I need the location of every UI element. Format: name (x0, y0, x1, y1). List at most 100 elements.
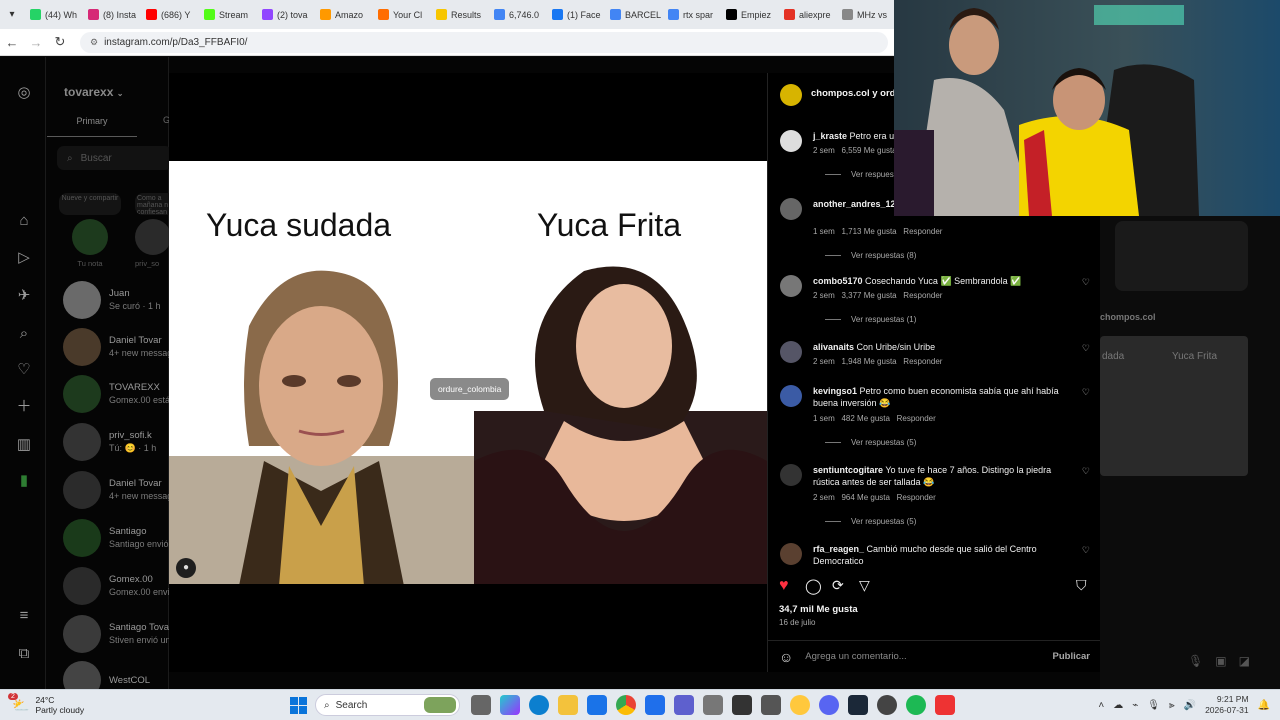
notepad-icon[interactable] (760, 695, 781, 715)
likes-count[interactable]: 34,7 mil Me gusta (779, 604, 858, 615)
sticker-icon[interactable]: ◪ (1239, 654, 1250, 668)
view-replies-button[interactable]: Ver respuestas (8) (825, 251, 916, 260)
notifications-heart-icon[interactable]: ♡ (14, 360, 34, 380)
post-author[interactable]: chompos.col y ordu (811, 88, 901, 99)
task-view-icon[interactable] (470, 695, 491, 715)
repost-icon[interactable]: ⟳ (832, 577, 844, 594)
comment-username[interactable]: j_kraste (813, 131, 847, 141)
search-input[interactable]: ⌕ Buscar (57, 146, 172, 170)
user-tag[interactable]: ordure_colombia (430, 378, 510, 400)
comment-likes[interactable]: 1,713 Me gusta (841, 227, 896, 236)
instagram-logo-icon[interactable]: ◎ (14, 83, 34, 103)
commenter-avatar[interactable] (780, 198, 802, 220)
network-icon[interactable]: ⌁ (1132, 700, 1138, 711)
like-heart-icon[interactable]: ♥ (779, 577, 789, 595)
browser-tab[interactable]: Stream (198, 0, 256, 29)
browser-tab[interactable]: 6,746.0 (488, 0, 546, 29)
taskbar-search[interactable]: ⌕ Search (315, 694, 460, 716)
volume-icon[interactable]: 🔊 (1184, 700, 1196, 711)
reply-button[interactable]: Responder (903, 291, 942, 300)
chrome-icon[interactable] (615, 695, 636, 715)
microphone-icon[interactable]: 🎙 (1147, 700, 1160, 711)
tab-primary[interactable]: Primary (47, 109, 137, 137)
microphone-icon[interactable]: 🎙 (1188, 654, 1203, 668)
reply-button[interactable]: Responder (897, 414, 936, 423)
threads-apps-icon[interactable]: ⧉ (14, 644, 34, 664)
tagged-users-icon[interactable]: ● (176, 558, 196, 578)
browser-tab[interactable]: (686) Y (140, 0, 198, 29)
file-explorer-icon[interactable] (557, 695, 578, 715)
create-plus-icon[interactable]: ＋ (14, 397, 34, 417)
reply-button[interactable]: Responder (903, 227, 942, 236)
start-icon[interactable] (290, 696, 307, 714)
chevron-up-icon[interactable]: ˄ (1098, 700, 1104, 711)
steam-icon[interactable] (847, 695, 868, 715)
comment-like-heart-icon[interactable]: ♡ (1082, 545, 1090, 556)
discord-icon[interactable] (818, 695, 839, 715)
comment-like-heart-icon[interactable]: ♡ (1082, 387, 1090, 398)
clock[interactable]: 9:21 PM 2026-07-31 (1205, 694, 1248, 716)
commenter-avatar[interactable] (780, 130, 802, 152)
forward-arrow-icon[interactable]: → (24, 35, 48, 50)
obs-icon[interactable] (789, 695, 810, 715)
address-bar[interactable]: ⚙ instagram.com/p/Da3_FFBAFI0/ (80, 31, 888, 53)
back-arrow-icon[interactable]: ← (0, 35, 24, 50)
onedrive-icon[interactable]: ☁ (1113, 700, 1123, 711)
comment-likes[interactable]: 6,559 Me gusta (841, 146, 896, 155)
view-replies-button[interactable]: Ver respuestas (825, 170, 904, 179)
browser-tab[interactable]: BARCEL (604, 0, 662, 29)
site-info-icon[interactable]: ⚙ (90, 37, 98, 48)
reload-icon[interactable]: ↻ (48, 34, 72, 50)
browser-tab[interactable]: Results (430, 0, 488, 29)
commenter-avatar[interactable] (780, 543, 802, 565)
comment-icon[interactable]: ◯ (805, 577, 822, 595)
messages-icon[interactable]: ✈ (14, 286, 34, 306)
game-icon[interactable] (934, 695, 955, 715)
comment-username[interactable]: sentiuntcogitare (813, 465, 883, 475)
spotify-icon[interactable] (905, 695, 926, 715)
reply-button[interactable]: Responder (903, 357, 942, 366)
view-replies-button[interactable]: Ver respuestas (5) (825, 517, 916, 526)
commenter-avatar[interactable] (780, 464, 802, 486)
wifi-icon[interactable]: ⫸ (1169, 700, 1175, 711)
share-icon[interactable]: ▽ (859, 577, 870, 594)
apps-grid-icon[interactable] (702, 695, 723, 715)
capcut-icon[interactable] (731, 695, 752, 715)
comment-username[interactable]: another_andres_12 (813, 199, 896, 209)
comment-username[interactable]: kevingso1 (813, 386, 857, 396)
comment-like-heart-icon[interactable]: ♡ (1082, 466, 1090, 477)
profile-avatar-icon[interactable]: ▮ (14, 471, 34, 491)
reels-icon[interactable]: ▷ (14, 248, 34, 268)
publish-button[interactable]: Publicar (1053, 651, 1091, 662)
author-avatar[interactable] (780, 84, 802, 106)
browser-tab[interactable]: Your Cl (372, 0, 430, 29)
comment-input[interactable]: Agrega un comentario... (805, 651, 1052, 662)
weather-widget[interactable]: ⛅ 2 24°C Partly cloudy (8, 692, 282, 715)
save-bookmark-icon[interactable]: ⛉ (1076, 577, 1087, 594)
browser-tab[interactable]: (1) Face (546, 0, 604, 29)
emoji-icon[interactable]: ☺ (779, 649, 793, 665)
comment-likes[interactable]: 3,377 Me gusta (841, 291, 896, 300)
browser-tab[interactable]: aliexpre (778, 0, 836, 29)
note-own[interactable]: Nueve y compartir Tu nota (59, 193, 121, 273)
comment-likes[interactable]: 964 Me gusta (841, 493, 889, 502)
browser-tab[interactable]: MHz vs (836, 0, 894, 29)
edge-icon[interactable] (528, 695, 549, 715)
comment-username[interactable]: rfa_reagen_ (813, 544, 864, 554)
comment-likes[interactable]: 482 Me gusta (841, 414, 889, 423)
commenter-avatar[interactable] (780, 385, 802, 407)
comment-like-heart-icon[interactable]: ♡ (1082, 343, 1090, 354)
commenter-avatar[interactable] (780, 341, 802, 363)
chevron-down-icon[interactable]: ⌄ (117, 89, 124, 98)
view-replies-button[interactable]: Ver respuestas (1) (825, 315, 916, 324)
view-replies-button[interactable]: Ver respuestas (5) (825, 438, 916, 447)
note-friend[interactable]: Como a mañana n confiesan priv_so (135, 193, 169, 273)
mail-icon[interactable] (586, 695, 607, 715)
browser-tab[interactable]: (2) tova (256, 0, 314, 29)
browser-tab[interactable]: Empiez (720, 0, 778, 29)
browser-tab[interactable]: (8) Insta (82, 0, 140, 29)
browser-tab[interactable]: rtx spar (662, 0, 720, 29)
commenter-avatar[interactable] (780, 275, 802, 297)
search-icon[interactable]: ⌕ (14, 324, 34, 344)
copilot-icon[interactable] (499, 695, 520, 715)
